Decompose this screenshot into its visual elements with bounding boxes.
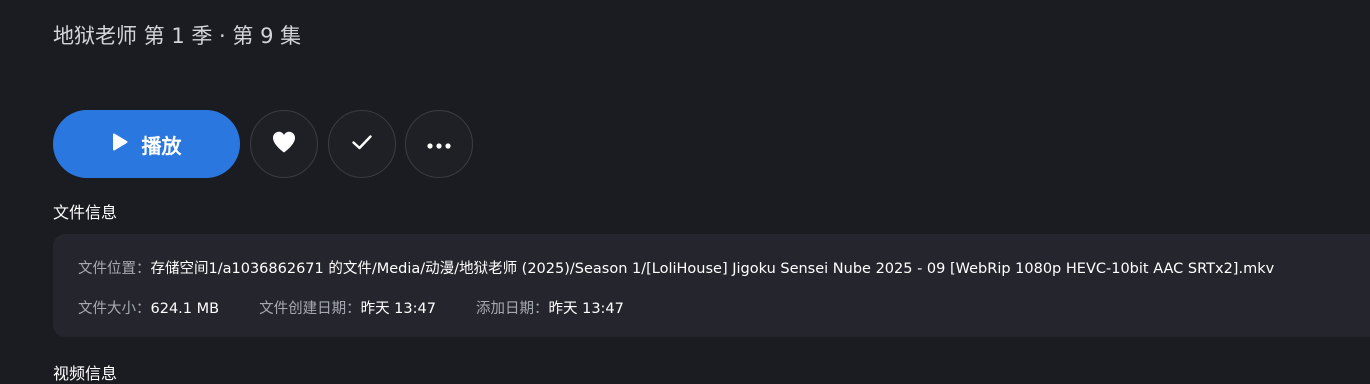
play-button-label: 播放 (141, 133, 182, 158)
file-meta-row: 文件大小： 624.1 MB 文件创建日期： 昨天 13:47 添加日期： 昨天… (78, 297, 624, 318)
file-size-label: 文件大小： (78, 301, 151, 317)
file-location-row: 文件位置： 存储空间1/a1036862671 的文件/Media/动漫/地狱老… (78, 257, 1274, 278)
page-title: 地狱老师 第 1 季 · 第 9 集 (53, 24, 302, 48)
file-created-label: 文件创建日期： (259, 301, 361, 317)
check-icon (350, 130, 374, 158)
date-added-value: 昨天 13:47 (548, 301, 624, 317)
more-button[interactable] (405, 110, 473, 178)
mark-watched-button[interactable] (328, 110, 396, 178)
file-info-heading: 文件信息 (53, 203, 118, 222)
file-location-value: 存储空间1/a1036862671 的文件/Media/动漫/地狱老师 (202… (150, 261, 1275, 277)
file-location-label: 文件位置： (78, 261, 151, 277)
favorite-button[interactable] (250, 110, 318, 178)
play-icon (112, 133, 128, 155)
more-horizontal-icon (426, 135, 452, 154)
file-size-value: 624.1 MB (150, 301, 220, 317)
heart-icon (271, 130, 297, 158)
file-info-card: 文件位置： 存储空间1/a1036862671 的文件/Media/动漫/地狱老… (53, 234, 1370, 337)
date-added-label: 添加日期： (475, 301, 549, 317)
play-button[interactable]: 播放 (53, 110, 240, 178)
file-created-value: 昨天 13:47 (360, 301, 436, 317)
video-info-heading: 视频信息 (53, 364, 118, 383)
